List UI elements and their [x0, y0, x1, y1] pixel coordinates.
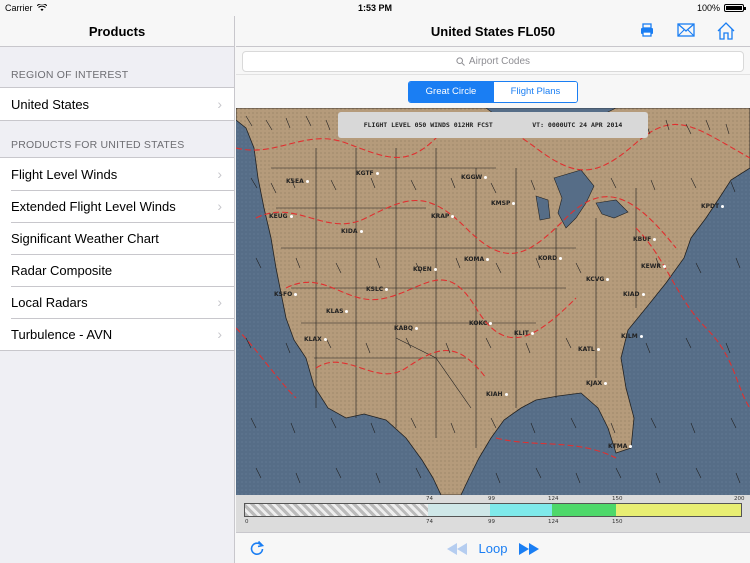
- product-label: Local Radars: [11, 294, 88, 310]
- airport-label[interactable]: KATL: [578, 346, 600, 353]
- airport-label[interactable]: KLIT: [514, 330, 534, 337]
- airport-label[interactable]: KTMA: [608, 443, 633, 450]
- wind-speed-legend: 74 99 124 150 200 0 74 99 124 150: [236, 495, 750, 532]
- legend-tick: 99: [488, 519, 495, 525]
- product-row-local-radars[interactable]: Local Radars ›: [0, 286, 234, 318]
- legend-tick: 0: [245, 519, 249, 525]
- airport-label[interactable]: KSFO: [274, 291, 298, 298]
- segment-flight-plans[interactable]: Flight Plans: [493, 81, 577, 102]
- product-row-flight-level-winds[interactable]: Flight Level Winds ›: [0, 158, 234, 190]
- airport-label[interactable]: KEUG: [269, 213, 293, 220]
- product-row-turbulence-avn[interactable]: Turbulence - AVN ›: [0, 318, 234, 350]
- wind-map[interactable]: FLIGHT LEVEL 050 WINDS 012HR FCST VT: 00…: [236, 108, 750, 495]
- chevron-right-icon: ›: [217, 166, 222, 182]
- product-label: Significant Weather Chart: [11, 230, 159, 246]
- bottom-toolbar: Loop: [236, 532, 750, 563]
- legend-tick: 99: [488, 496, 495, 502]
- region-label: United States: [11, 96, 90, 112]
- legend-band-150: [616, 504, 741, 516]
- product-row-radar-composite[interactable]: Radar Composite: [0, 254, 234, 286]
- search-placeholder: Airport Codes: [468, 56, 531, 67]
- product-label: Flight Level Winds: [11, 166, 118, 182]
- product-label: Extended Flight Level Winds: [11, 198, 176, 214]
- main-panel: United States FL050 Airport Codes Great …: [236, 16, 750, 563]
- map-header-valid-time: VT: 0000UTC 24 APR 2014: [532, 121, 623, 129]
- region-section-header: REGION OF INTEREST: [11, 69, 129, 81]
- legend-tick: 74: [426, 519, 433, 525]
- mail-icon[interactable]: [676, 21, 696, 39]
- fast-forward-icon[interactable]: [519, 542, 540, 555]
- search-input[interactable]: Airport Codes: [242, 51, 744, 72]
- chevron-right-icon: ›: [217, 294, 222, 310]
- rewind-icon[interactable]: [446, 542, 467, 555]
- airport-label[interactable]: KIAH: [486, 391, 508, 398]
- status-bar: Carrier 1:53 PM 100%: [0, 0, 750, 16]
- legend-band-0: [245, 504, 428, 516]
- airport-label[interactable]: KRAP: [431, 213, 455, 220]
- airport-label[interactable]: KABQ: [394, 325, 418, 332]
- legend-tick: 150: [612, 519, 623, 525]
- legend-band-74: [428, 504, 490, 516]
- legend-tick: 124: [548, 519, 559, 525]
- products-sidebar: Products REGION OF INTEREST United State…: [0, 16, 235, 563]
- map-header: FLIGHT LEVEL 050 WINDS 012HR FCST VT: 00…: [338, 112, 648, 138]
- product-label: Turbulence - AVN: [11, 326, 113, 342]
- airport-label[interactable]: KEWR: [641, 263, 666, 270]
- product-label: Radar Composite: [11, 262, 113, 278]
- airport-label[interactable]: KBUF: [633, 236, 657, 243]
- wind-map-drawing: [236, 108, 750, 495]
- legend-band-99: [490, 504, 552, 516]
- airport-label[interactable]: KLAX: [304, 336, 327, 343]
- region-row[interactable]: United States ›: [0, 88, 234, 120]
- sidebar-title: Products: [0, 16, 234, 47]
- airport-label[interactable]: KPDT: [701, 203, 725, 210]
- airport-label[interactable]: KSEA: [286, 178, 309, 185]
- airport-label[interactable]: KLAS: [326, 308, 349, 315]
- battery-icon: [724, 4, 746, 12]
- view-segmented-control: Great Circle Flight Plans: [236, 75, 750, 108]
- airport-label[interactable]: KDEN: [413, 266, 437, 273]
- legend-tick: 124: [548, 496, 559, 502]
- airport-label[interactable]: KJAX: [586, 380, 608, 387]
- chevron-right-icon: ›: [217, 96, 222, 112]
- legend-band-124: [552, 504, 616, 516]
- home-icon[interactable]: [716, 21, 736, 41]
- airport-label[interactable]: KILM: [621, 333, 643, 340]
- airport-label[interactable]: KORD: [538, 255, 563, 262]
- legend-tick: 150: [612, 496, 623, 502]
- airport-label[interactable]: KIDA: [341, 228, 363, 235]
- product-row-significant-weather-chart[interactable]: Significant Weather Chart: [0, 222, 234, 254]
- search-bar: Airport Codes: [236, 47, 750, 75]
- airport-label[interactable]: KOMA: [464, 256, 490, 263]
- airport-label[interactable]: KCVG: [586, 276, 610, 283]
- legend-tick: 200: [734, 496, 745, 502]
- map-header-title: FLIGHT LEVEL 050 WINDS 012HR FCST: [363, 121, 493, 129]
- segment-great-circle[interactable]: Great Circle: [409, 81, 493, 102]
- chevron-right-icon: ›: [217, 326, 222, 342]
- legend-color-bar: [244, 503, 742, 517]
- airport-label[interactable]: KOKC: [469, 320, 493, 327]
- region-group: United States ›: [0, 87, 234, 121]
- products-section-header: PRODUCTS FOR UNITED STATES: [11, 139, 185, 151]
- airport-label[interactable]: KMSP: [491, 200, 516, 207]
- airport-label[interactable]: KSLC: [366, 286, 389, 293]
- printer-icon[interactable]: [638, 21, 656, 39]
- clock: 1:53 PM: [357, 3, 392, 13]
- nav-bar: United States FL050: [236, 16, 750, 47]
- battery-percent: 100%: [696, 3, 720, 13]
- loop-button[interactable]: Loop: [479, 541, 508, 556]
- products-group: Flight Level Winds › Extended Flight Lev…: [0, 157, 234, 351]
- legend-tick: 74: [426, 496, 433, 502]
- airport-label[interactable]: KGGW: [461, 174, 488, 181]
- chevron-right-icon: ›: [217, 198, 222, 214]
- product-row-extended-flight-level-winds[interactable]: Extended Flight Level Winds ›: [0, 190, 234, 222]
- airport-label[interactable]: KGTF: [356, 170, 379, 177]
- search-icon: [456, 57, 465, 66]
- airport-label[interactable]: KIAD: [623, 291, 645, 298]
